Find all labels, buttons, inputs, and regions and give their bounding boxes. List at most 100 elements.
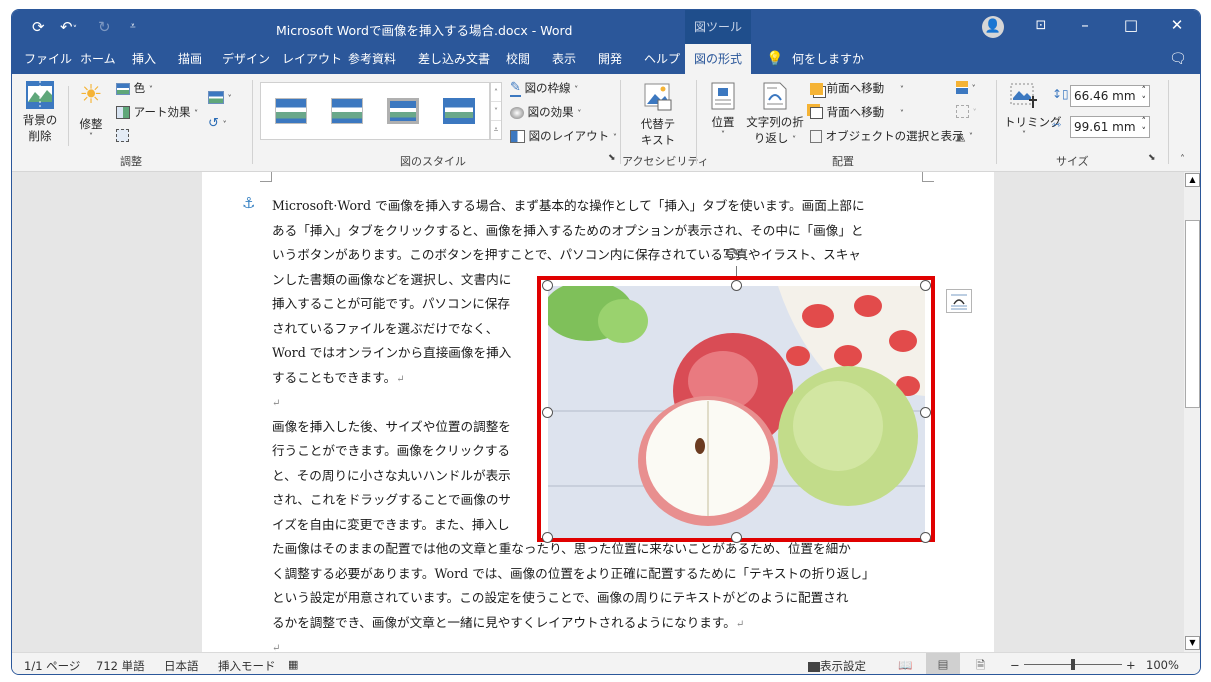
zoom-out-button[interactable]: − (1010, 658, 1020, 672)
close-button[interactable]: ✕ (1162, 16, 1192, 34)
document-page[interactable]: ⚓ Microsoft·Word で画像を挿入する場合、まず基本的な操作として「… (202, 172, 994, 652)
picture-style-2[interactable] (331, 98, 363, 124)
comments-icon[interactable]: 🗨 (1169, 44, 1187, 74)
dialog-launcher-icon[interactable]: ⬊ (608, 153, 616, 163)
autosave-icon[interactable]: ⟳ (32, 18, 45, 36)
zoom-in-button[interactable]: + (1126, 658, 1136, 672)
group-label-size: サイズ (1056, 155, 1089, 168)
resize-handle-right[interactable] (920, 407, 931, 418)
tab-references[interactable]: 参考資料 (348, 44, 396, 74)
compress-pictures-button[interactable]: ˅ (208, 90, 232, 104)
resize-handle-bottom-right[interactable] (920, 532, 931, 543)
group-icon (956, 105, 969, 118)
scroll-up-button[interactable]: ▲ (1185, 173, 1200, 187)
picture-effects-button[interactable]: 図の効果 ˅ (510, 104, 581, 120)
picture-style-1[interactable] (275, 98, 307, 124)
send-backward-button[interactable]: 背面へ移動 ˅ (810, 104, 904, 120)
color-button[interactable]: 色 ˅ (116, 80, 153, 96)
collapse-ribbon-icon[interactable]: ˄ (1180, 154, 1185, 165)
picture-style-3[interactable] (387, 98, 419, 124)
reset-picture-button[interactable]: ↺ ˅ (208, 116, 227, 131)
customize-qat-icon[interactable]: ⩡ (130, 21, 136, 32)
word-count[interactable]: 712 単語 (96, 658, 145, 674)
insert-mode-indicator[interactable]: 挿入モード (218, 658, 276, 674)
crop-button[interactable]: トリミング ˅ (1004, 82, 1062, 139)
artistic-effects-icon (116, 106, 130, 119)
language-indicator[interactable]: 日本語 (164, 658, 199, 674)
minimize-button[interactable]: – (1070, 16, 1100, 34)
crop-mark (260, 172, 272, 182)
resize-handle-bottom-left[interactable] (542, 532, 553, 543)
maximize-button[interactable]: □ (1116, 16, 1146, 34)
tab-mailings[interactable]: 差し込み文書 (418, 44, 490, 74)
account-avatar-icon[interactable]: 👤 (982, 16, 1004, 38)
align-button[interactable]: ˅ (956, 80, 976, 94)
ribbon-display-options-icon[interactable]: ⊡ (1026, 18, 1056, 33)
zoom-slider-thumb[interactable] (1071, 659, 1075, 670)
tab-draw[interactable]: 描画 (178, 44, 202, 74)
tab-insert[interactable]: 挿入 (132, 44, 156, 74)
bring-forward-icon (810, 82, 823, 95)
resize-handle-bottom[interactable] (731, 532, 742, 543)
layout-options-button[interactable] (946, 289, 972, 313)
transparency-button[interactable] (116, 128, 129, 142)
shape-width-input[interactable]: 99.61 mm ˄ ˅ (1070, 116, 1150, 138)
selection-pane-icon (810, 130, 822, 143)
picture-style-4[interactable] (443, 98, 475, 124)
tab-help[interactable]: ヘルプ (644, 44, 680, 74)
dialog-launcher-icon[interactable]: ⬊ (1148, 153, 1156, 163)
zoom-level[interactable]: 100% (1146, 658, 1179, 672)
gallery-more-icon[interactable]: ⩡ (491, 121, 501, 139)
resize-handle-left[interactable] (542, 407, 553, 418)
spin-icon[interactable]: ˄ ˅ (1142, 86, 1147, 106)
picture-border-button[interactable]: ✎ 図の枠線 ˅ (510, 80, 578, 97)
group-button[interactable]: ˅ (956, 104, 977, 118)
wrap-text-button[interactable]: 文字列の折 り返し ˅ (746, 82, 804, 146)
resize-handle-top-left[interactable] (542, 280, 553, 291)
tab-view[interactable]: 表示 (552, 44, 576, 74)
tab-file[interactable]: ファイル (24, 44, 72, 74)
resize-handle-top-right[interactable] (920, 280, 931, 291)
tab-developer[interactable]: 開発 (598, 44, 622, 74)
gallery-down-icon[interactable]: ˅ (491, 102, 501, 121)
spin-icon[interactable]: ˄ ˅ (1142, 117, 1147, 137)
alt-text-button[interactable]: 代替テ キスト (638, 82, 678, 148)
group-label-picture-styles: 図のスタイル (400, 155, 466, 168)
remove-background-button[interactable]: 背景の 削除 (18, 80, 62, 144)
page-count[interactable]: 1/1 ページ (24, 658, 80, 674)
corrections-button[interactable]: ☀ 修整 ˅ (76, 80, 106, 141)
artistic-effects-button[interactable]: アート効果 ˅ (116, 104, 198, 120)
shape-height-input[interactable]: 66.46 mm ˄ ˅ (1070, 85, 1150, 107)
selection-pane-button[interactable]: オブジェクトの選択と表示 (810, 128, 964, 144)
tab-design[interactable]: デザイン (222, 44, 270, 74)
scroll-down-button[interactable]: ▼ (1185, 636, 1200, 650)
crop-mark (922, 172, 934, 182)
vertical-scrollbar[interactable]: ▲ ▼ (1184, 172, 1200, 652)
web-layout-icon[interactable]: 🗎 (976, 658, 985, 674)
picture-layout-button[interactable]: 図のレイアウト ˅ (510, 128, 617, 144)
scroll-thumb[interactable] (1185, 220, 1200, 408)
tab-picture-format[interactable]: 図の形式 (685, 44, 752, 74)
undo-icon[interactable]: ↶˅ (60, 18, 77, 36)
gallery-scroll[interactable]: ˄ ˅ ⩡ (490, 82, 502, 140)
display-settings-button[interactable]: 表示設定 (808, 658, 866, 674)
rotate-handle-icon[interactable]: ⟳ (726, 244, 741, 265)
tab-layout[interactable]: レイアウト (282, 44, 342, 74)
separator (252, 80, 253, 164)
tell-me-search[interactable]: 何をしますか (792, 44, 864, 74)
zoom-slider[interactable] (1024, 659, 1122, 670)
gallery-up-icon[interactable]: ˄ (491, 83, 501, 102)
rotate-button[interactable]: ◭ ˅ (956, 128, 973, 143)
read-mode-icon[interactable]: 📖 (898, 658, 912, 672)
window-title: Microsoft Wordで画像を挿入する場合.docx - Word (276, 23, 573, 38)
sun-icon: ☀ (79, 80, 103, 110)
bring-forward-button[interactable]: 前面へ移動 ˅ (810, 80, 904, 96)
resize-handle-top[interactable] (731, 280, 742, 291)
position-button[interactable]: 位置 ˅ (708, 82, 738, 139)
print-layout-icon[interactable]: ▤ (926, 653, 960, 674)
macro-recording-icon[interactable]: ▦ (288, 658, 298, 671)
redo-icon[interactable]: ↻ (98, 18, 111, 36)
tab-review[interactable]: 校閲 (506, 44, 530, 74)
tab-home[interactable]: ホーム (80, 44, 116, 74)
layout-options-icon (951, 294, 967, 310)
